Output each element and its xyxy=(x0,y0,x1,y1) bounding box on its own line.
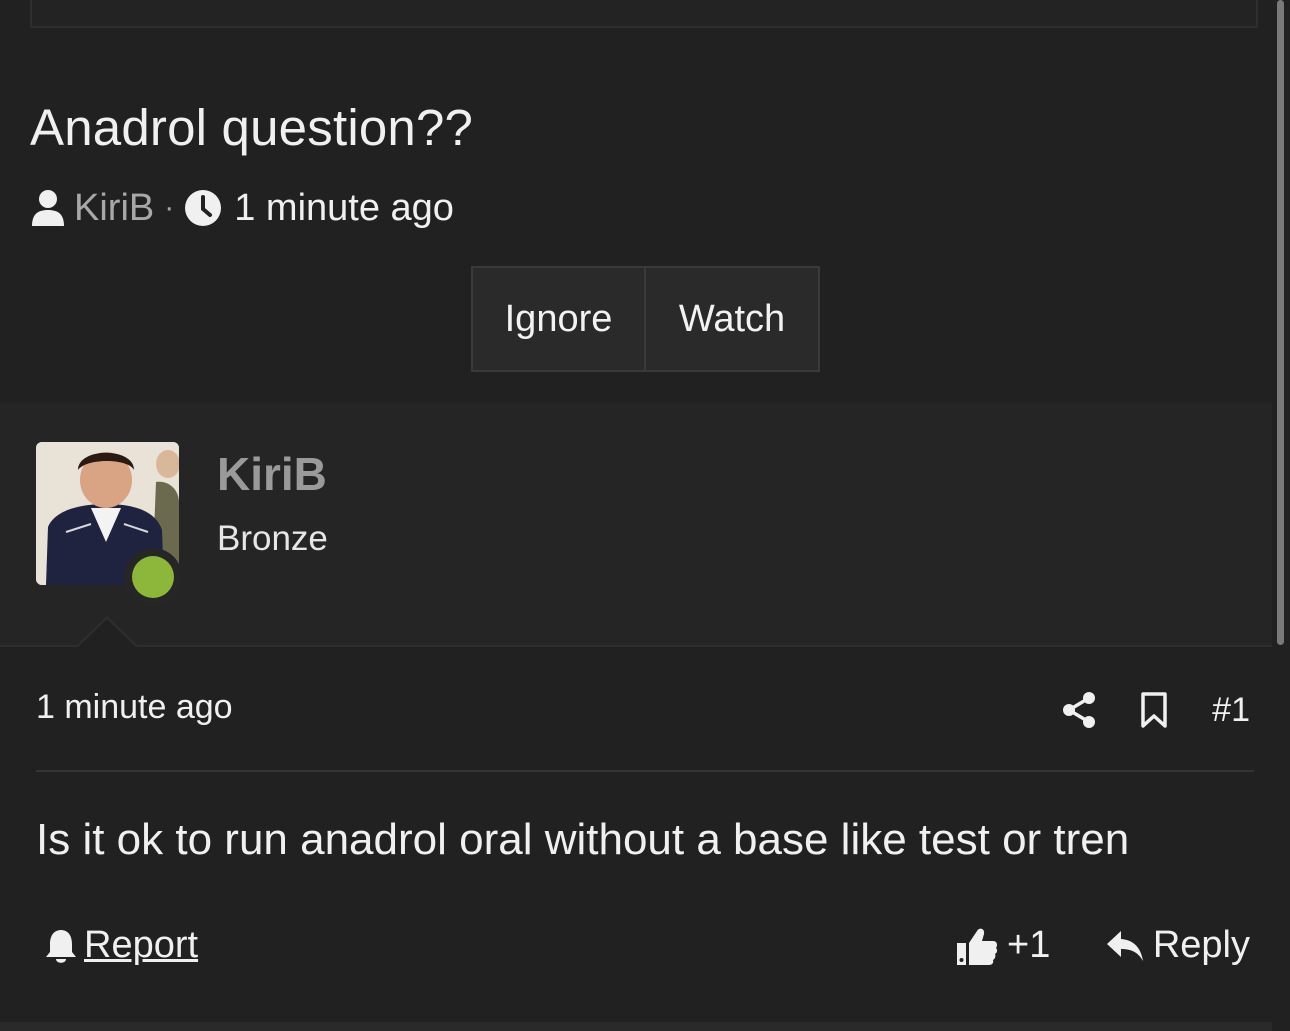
post-header-actions: #1 xyxy=(1062,686,1250,734)
thread-meta: KiriB · 1 minute ago xyxy=(30,185,454,231)
post-header-divider xyxy=(36,770,1254,772)
reply-button[interactable]: Reply xyxy=(1105,924,1250,967)
user-info-panel xyxy=(0,403,1272,646)
post-time[interactable]: 1 minute ago xyxy=(36,688,233,727)
reaction-button[interactable]: +1 xyxy=(955,924,1050,967)
watch-button[interactable]: Watch xyxy=(646,268,818,370)
bell-icon xyxy=(46,929,76,963)
thread-author-link[interactable]: KiriB xyxy=(74,187,154,230)
thread-title: Anadrol question?? xyxy=(30,99,474,156)
thumbs-up-icon xyxy=(957,928,998,965)
report-label[interactable]: Report xyxy=(84,924,198,967)
ignore-button[interactable]: Ignore xyxy=(473,268,646,370)
scrollbar[interactable] xyxy=(1272,0,1290,1031)
user-arrow xyxy=(77,619,137,648)
user-rank: Bronze xyxy=(217,519,328,558)
post-separator xyxy=(0,645,1272,647)
bookmark-icon[interactable] xyxy=(1140,691,1168,729)
reply-label[interactable]: Reply xyxy=(1153,924,1250,967)
page: Anadrol question?? KiriB · 1 minute ago … xyxy=(0,0,1290,1031)
post-username[interactable]: KiriB xyxy=(217,447,327,501)
share-icon[interactable] xyxy=(1062,691,1096,729)
post-number-link[interactable]: #1 xyxy=(1212,691,1250,730)
post-footer-border xyxy=(0,1022,1272,1031)
user-icon xyxy=(32,190,64,226)
scrollbar-thumb[interactable] xyxy=(1277,0,1284,645)
clock-icon xyxy=(185,190,222,226)
thread-time[interactable]: 1 minute ago xyxy=(234,187,454,230)
reply-icon xyxy=(1106,930,1143,961)
post-body: Is it ok to run anadrol oral without a b… xyxy=(36,815,1130,864)
thread-action-buttons: Ignore Watch xyxy=(471,266,820,372)
meta-separator: · xyxy=(164,191,175,224)
report-link[interactable]: Report xyxy=(44,924,198,967)
online-status-indicator xyxy=(124,548,182,606)
top-container-edge xyxy=(30,0,1258,28)
reaction-count: +1 xyxy=(1007,924,1051,966)
